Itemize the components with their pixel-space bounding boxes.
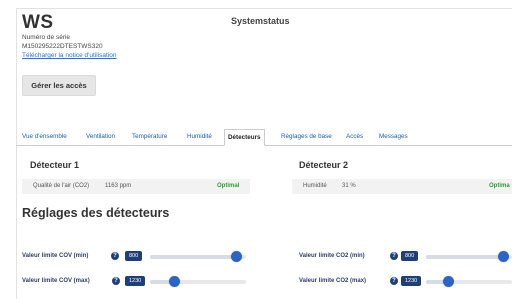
serial-number-value: M150295222DTESTWS320 <box>22 43 103 50</box>
download-manual-link[interactable]: Télécharger la notice d'utilisation <box>22 52 116 59</box>
tab-humidity[interactable]: Humidité <box>187 133 212 140</box>
detector-1-value: 1163 ppm <box>105 183 132 189</box>
help-icon[interactable]: ? <box>390 252 398 260</box>
detector-2-title: Détecteur 2 <box>299 160 349 170</box>
co2-max-label: Valeur limite CO2 (max) <box>299 278 367 284</box>
co2-min-label: Valeur limite CO2 (min) <box>299 253 365 259</box>
tab-ventilation[interactable]: Ventilation <box>86 133 115 140</box>
detector-2-value: 31 % <box>342 183 356 189</box>
cov-max-label: Valeur limite COV (max) <box>22 278 90 284</box>
device-name: WS <box>22 12 54 33</box>
detector-2-row: Humidité 31 % Optima <box>292 179 512 194</box>
cov-max-slider[interactable] <box>150 276 246 287</box>
page-title: Systemstatus <box>231 16 290 26</box>
tab-messages[interactable]: Messages <box>379 133 408 140</box>
serial-number-label: Numéro de série <box>22 34 71 41</box>
detector-1-row: Qualité de l'air (CO2) 1163 ppm Optimal <box>22 179 250 194</box>
slider-fill <box>150 255 237 259</box>
detector-1-title: Détecteur 1 <box>30 160 80 170</box>
detector-2-status: Optima <box>489 183 510 189</box>
cov-max-value[interactable]: 1230 <box>125 276 145 286</box>
co2-min-slider[interactable] <box>426 251 512 262</box>
help-icon[interactable]: ? <box>111 252 119 260</box>
tab-access[interactable]: Accès <box>346 133 363 140</box>
slider-knob[interactable] <box>169 276 180 287</box>
tab-detectors[interactable]: Détecteurs <box>224 129 265 146</box>
help-icon[interactable]: ? <box>390 277 398 285</box>
help-icon[interactable]: ? <box>112 277 120 285</box>
tab-basic-settings[interactable]: Réglages de base <box>281 133 332 140</box>
detector-settings-title: Réglages des détecteurs <box>22 206 170 220</box>
slider-knob[interactable] <box>442 276 454 287</box>
slider-fill <box>426 255 504 259</box>
co2-min-value[interactable]: 800 <box>401 251 418 261</box>
detector-1-label: Qualité de l'air (CO2) <box>33 183 90 189</box>
cov-min-value[interactable]: 800 <box>125 251 142 261</box>
cov-min-slider[interactable] <box>150 251 246 262</box>
manage-access-button[interactable]: Gérer les accès <box>22 75 96 96</box>
tab-overview[interactable]: Vue d'ensemble <box>22 133 67 140</box>
detector-2-label: Humidité <box>303 183 327 189</box>
cov-min-label: Valeur limite COV (min) <box>22 253 89 259</box>
tab-temperature[interactable]: Température <box>132 133 167 140</box>
co2-max-slider[interactable] <box>426 276 512 287</box>
co2-max-value[interactable]: 1230 <box>401 276 421 286</box>
detector-1-status: Optimal <box>217 183 240 189</box>
